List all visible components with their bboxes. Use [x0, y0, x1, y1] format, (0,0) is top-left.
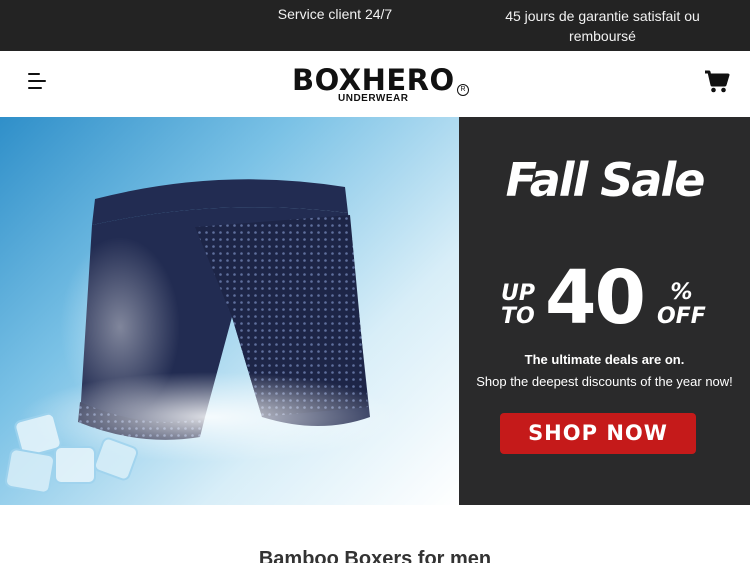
sale-subtagline: Shop the deepest discounts of the year n…	[476, 374, 733, 389]
shopping-cart-icon[interactable]	[704, 69, 730, 95]
sale-title: Fall Sale	[505, 153, 706, 207]
sale-percent-off: % OFF	[657, 281, 706, 329]
announcement-bar: Service client 24/7 45 jours de garantie…	[0, 0, 750, 51]
sale-up-word: UP	[501, 281, 535, 306]
off-word: OFF	[657, 304, 706, 329]
announcement-guarantee: 45 jours de garantie satisfait ou rembou…	[505, 8, 700, 44]
sale-tagline: The ultimate deals are on.	[524, 352, 685, 367]
percent-sign: %	[670, 280, 693, 305]
brand-subtitle: UNDERWEAR	[338, 93, 409, 104]
hamburger-menu-icon[interactable]	[26, 71, 50, 93]
brand-name: BOXHERO	[292, 63, 455, 97]
hero-product-image	[0, 117, 459, 505]
registered-mark: R	[457, 84, 469, 96]
site-header: BOXHERO UNDERWEAR R	[0, 51, 750, 117]
hero-banner[interactable]: Fall Sale UP TO 40 % OFF The ultimate de…	[0, 117, 750, 505]
sale-to-word: TO	[501, 304, 535, 329]
sale-discount-number: 40	[545, 255, 646, 341]
announcement-support: Service client 24/7	[277, 6, 393, 22]
sale-panel: Fall Sale UP TO 40 % OFF The ultimate de…	[459, 117, 750, 505]
shop-now-button[interactable]: SHOP NOW	[500, 413, 696, 454]
brand-logo[interactable]: BOXHERO UNDERWEAR R	[290, 63, 470, 105]
section-title: Bamboo Boxers for men	[258, 548, 492, 563]
sale-up-to: UP TO	[501, 282, 535, 328]
